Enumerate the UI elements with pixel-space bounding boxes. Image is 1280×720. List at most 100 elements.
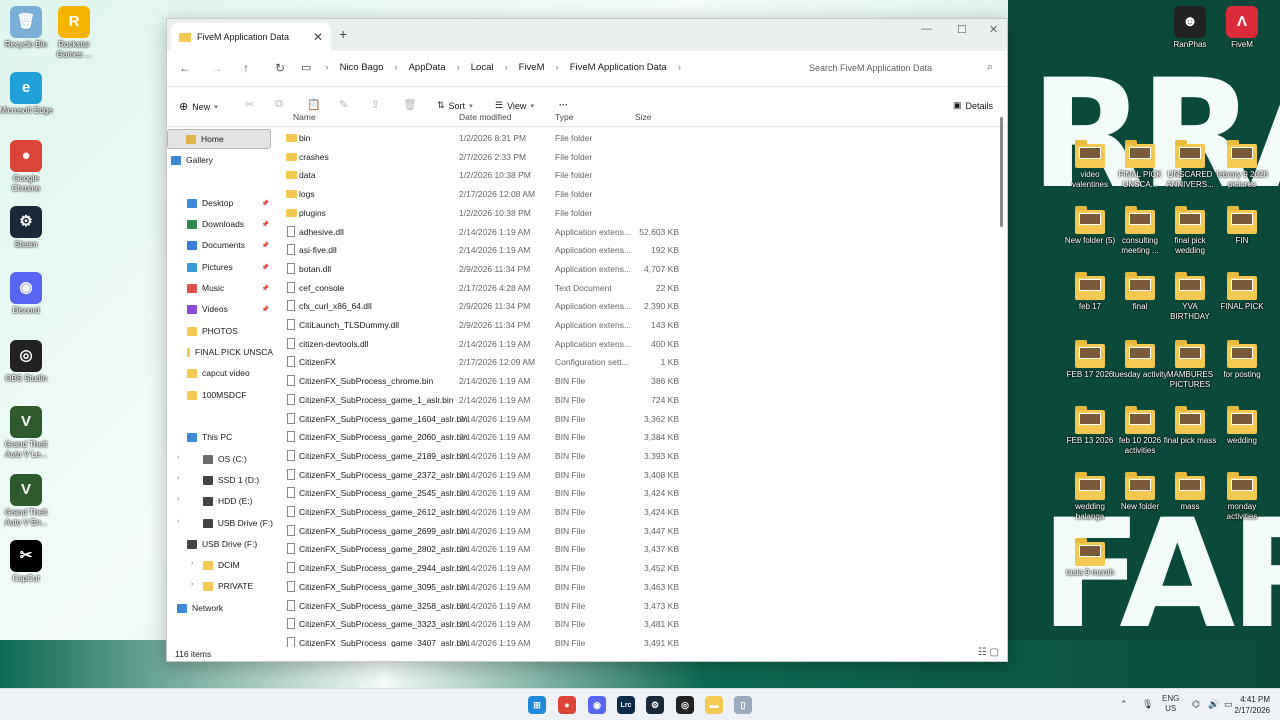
table-row[interactable]: cfx_curl_x86_64.dll 2/9/2026 11:34 PM Appl… xyxy=(283,297,999,316)
column-header-type[interactable]: Type xyxy=(555,112,573,122)
desktop-shortcut[interactable]: V Grand Theft Auto V En... xyxy=(0,474,54,528)
chevron-icon[interactable]: › xyxy=(177,454,179,461)
nav-item[interactable]: DCIM xyxy=(167,555,273,575)
table-row[interactable]: CitizenFX 2/17/2026 12:09 AM Configuration… xyxy=(283,353,999,372)
desktop-shortcut[interactable]: ◉ Discord xyxy=(0,272,54,316)
chevron-up-icon[interactable]: ⌃ xyxy=(1120,699,1128,710)
nav-item[interactable]: PHOTOS xyxy=(167,321,273,341)
volume-icon[interactable]: 🔊 xyxy=(1208,699,1219,710)
desktop-shortcut[interactable]: R Rockstar Games ... xyxy=(46,6,102,60)
desktop-folder[interactable]: feb 10 2026 activities xyxy=(1112,406,1168,456)
nav-item[interactable]: Videos 📌 xyxy=(167,299,273,319)
tab-fivem-app-data[interactable]: FiveM Application Data ✕ xyxy=(171,23,331,51)
desktop-folder[interactable]: FINAL PICK xyxy=(1214,272,1270,312)
battery-icon[interactable]: ▭ xyxy=(1224,699,1233,710)
desktop-shortcut[interactable]: Λ FiveM xyxy=(1214,6,1270,50)
desktop-folder[interactable]: feb 17 xyxy=(1062,272,1118,312)
table-row[interactable]: CitizenFX_SubProcess_game_2699_aslr.bin 2… xyxy=(283,522,999,541)
maximize-icon[interactable]: ☐ xyxy=(957,23,967,36)
nav-item[interactable]: Downloads 📌 xyxy=(167,214,273,234)
computer-icon[interactable]: ▭ xyxy=(301,61,311,74)
nav-item[interactable]: Network xyxy=(167,598,273,618)
chevron-icon[interactable]: ⌄ xyxy=(185,432,191,440)
cut-icon[interactable]: ✂ xyxy=(245,98,254,111)
desktop-folder[interactable]: tasia 9 month xyxy=(1062,538,1118,578)
table-row[interactable]: CitizenFX_SubProcess_game_3407_aslr.bin 2… xyxy=(283,634,999,647)
nav-item[interactable]: USB Drive (F:) xyxy=(167,534,273,554)
steam-icon[interactable]: ⚙ xyxy=(646,696,664,714)
clock[interactable]: 4:41 PM 2/17/2026 xyxy=(1234,694,1270,716)
nav-item[interactable]: Desktop 📌 xyxy=(167,193,273,213)
desktop-shortcut[interactable]: ● Google Chrome xyxy=(0,140,54,194)
table-row[interactable]: CitizenFX_SubProcess_game_2545_aslr.bin 2… xyxy=(283,484,999,503)
table-row[interactable]: CitizenFX_SubProcess_game_1_aslr.bin 2/14… xyxy=(283,391,999,410)
table-row[interactable]: citizen-devtools.dll 2/14/2026 1:19 AM App… xyxy=(283,335,999,354)
details-view-icon[interactable]: ☷ xyxy=(978,647,987,658)
table-row[interactable]: CitizenFX_SubProcess_game_3258_aslr.bin 2… xyxy=(283,597,999,616)
desktop-folder[interactable]: video valentines xyxy=(1062,140,1118,190)
up-icon[interactable]: ↑ xyxy=(243,61,249,75)
breadcrumb-item[interactable]: FiveM xyxy=(519,62,545,73)
table-row[interactable]: CitizenFX_SubProcess_game_2612_aslr.bin 2… xyxy=(283,503,999,522)
tiles-view-icon[interactable]: ▢ xyxy=(990,647,999,658)
desktop-folder[interactable]: final xyxy=(1112,272,1168,312)
chevron-icon[interactable]: › xyxy=(191,581,193,588)
desktop-folder[interactable]: for posting xyxy=(1214,340,1270,380)
breadcrumb-item[interactable]: Nico Bago xyxy=(340,62,384,73)
notepad-icon[interactable]: ▯ xyxy=(734,696,752,714)
discord-icon[interactable]: ◉ xyxy=(588,696,606,714)
breadcrumb-item[interactable]: FiveM Application Data xyxy=(570,62,667,73)
close-window-icon[interactable]: ✕ xyxy=(989,23,998,36)
table-row[interactable]: CitizenFX_SubProcess_game_3095_aslr.bin 2… xyxy=(283,578,999,597)
desktop-folder[interactable]: UNSCARED ANNIVERS... xyxy=(1162,140,1218,190)
column-header-size[interactable]: Size xyxy=(635,112,652,122)
minimize-icon[interactable]: — xyxy=(921,23,932,35)
table-row[interactable]: bin 1/2/2026 8:31 PM File folder xyxy=(283,129,999,148)
refresh-icon[interactable]: ↻ xyxy=(275,61,285,75)
desktop-folder[interactable]: FEB 13 2026 xyxy=(1062,406,1118,446)
language-indicator[interactable]: ENG US xyxy=(1162,694,1179,714)
table-row[interactable]: CitizenFX_SubProcess_game_2944_aslr.bin 2… xyxy=(283,559,999,578)
microphone-icon[interactable]: 🎙 xyxy=(1142,699,1153,710)
breadcrumb-item[interactable]: Local xyxy=(471,62,494,73)
desktop-shortcut[interactable]: e Microsoft Edge xyxy=(0,72,54,116)
column-header-date[interactable]: Date modified xyxy=(459,112,511,122)
desktop-folder[interactable]: tuesday activity xyxy=(1112,340,1168,380)
chrome-icon[interactable]: ● xyxy=(558,696,576,714)
search-input[interactable]: Search FiveM Application Data ⌕ xyxy=(799,56,1001,81)
breadcrumb-item[interactable]: AppData xyxy=(409,62,446,73)
desktop-folder[interactable]: monday activities xyxy=(1214,472,1270,522)
nav-item[interactable]: HDD (E:) xyxy=(167,491,273,511)
lightroom-icon[interactable]: Lrc xyxy=(617,696,635,714)
table-row[interactable]: CitizenFX_SubProcess_game_1604_aslr.bin 2… xyxy=(283,410,999,429)
desktop-folder[interactable]: wedding balanga xyxy=(1062,472,1118,522)
obs-icon[interactable]: ◎ xyxy=(676,696,694,714)
desktop-folder[interactable]: FEB 17 2026 xyxy=(1062,340,1118,380)
desktop-folder[interactable]: febrary 9 2026 pictures xyxy=(1214,140,1270,190)
nav-item[interactable]: PRIVATE xyxy=(167,576,273,596)
table-row[interactable]: CitizenFX_SubProcess_game_2372_aslr.bin 2… xyxy=(283,466,999,485)
table-row[interactable]: asi-five.dll 2/14/2026 1:19 AM Application… xyxy=(283,241,999,260)
start-icon[interactable]: ⊞ xyxy=(528,696,546,714)
nav-item[interactable]: capcut video xyxy=(167,363,273,383)
forward-icon[interactable]: → xyxy=(211,61,223,75)
nav-item[interactable]: SSD 1 (D:) xyxy=(167,470,273,490)
nav-item[interactable]: Gallery xyxy=(167,150,273,170)
close-tab-icon[interactable]: ✕ xyxy=(313,30,323,44)
table-row[interactable]: cef_console 2/17/2026 4:28 AM Text Documen… xyxy=(283,279,999,298)
desktop-shortcut[interactable]: ☻ RanPhas xyxy=(1162,6,1218,50)
nav-item[interactable]: Pictures 📌 xyxy=(167,257,273,277)
table-row[interactable]: CitizenFX_SubProcess_game_2802_aslr.bin 2… xyxy=(283,540,999,559)
nav-item[interactable]: 100MSDCF xyxy=(167,385,273,405)
new-button[interactable]: ⊕ New ▾ xyxy=(179,100,218,113)
desktop-folder[interactable]: mass xyxy=(1162,472,1218,512)
desktop-folder[interactable]: FINAL PICK UNSCA... xyxy=(1112,140,1168,190)
chevron-icon[interactable]: › xyxy=(177,603,179,610)
table-row[interactable]: crashes 2/7/2026 2:33 PM File folder xyxy=(283,148,999,167)
nav-item[interactable]: USB Drive (F:) xyxy=(167,513,273,533)
new-tab-button[interactable]: + xyxy=(339,26,347,42)
nav-item[interactable]: FINAL PICK UNSCA xyxy=(167,342,273,362)
desktop-folder[interactable]: wedding xyxy=(1214,406,1270,446)
table-row[interactable]: botan.dll 2/9/2026 11:34 PM Application ex… xyxy=(283,260,999,279)
desktop-folder[interactable]: consulting meeting ... xyxy=(1112,206,1168,256)
